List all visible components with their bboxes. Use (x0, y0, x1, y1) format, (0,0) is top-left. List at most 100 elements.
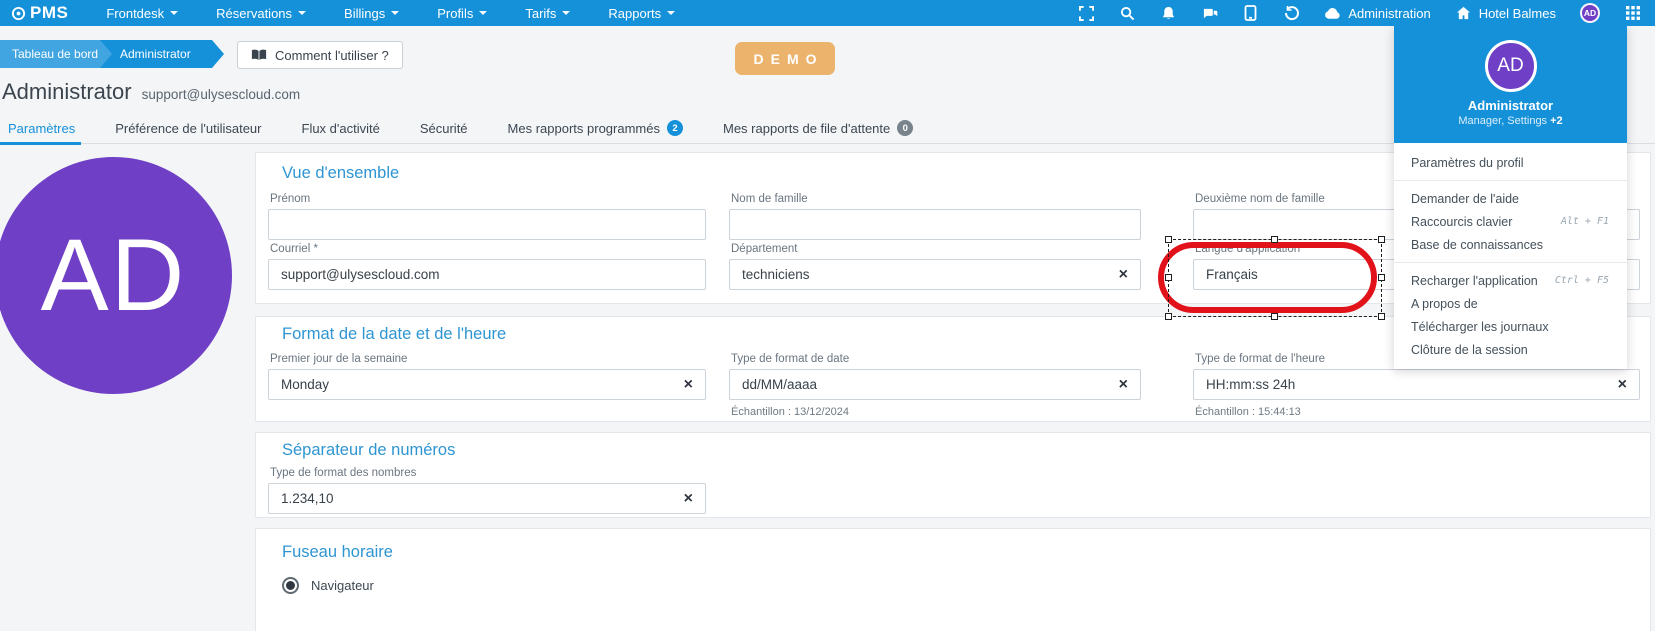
menu-item-label: Recharger l'application (1411, 274, 1538, 288)
chevron-down-icon (479, 11, 487, 19)
nav-rapports[interactable]: Rapports (608, 6, 675, 21)
history-icon[interactable] (1283, 5, 1300, 22)
nav-profils[interactable]: Profils (437, 6, 487, 21)
menu-item-label: Paramètres du profil (1411, 156, 1524, 170)
user-avatar[interactable]: AD (1580, 3, 1600, 23)
first-name-label: Prénom (270, 193, 706, 205)
tab-rapports-file-attente[interactable]: Mes rapports de file d'attente 0 (723, 113, 913, 144)
section-title: Format de la date et de l'heure (282, 325, 506, 344)
menu-item-knowledge-base[interactable]: Base de connaissances (1394, 233, 1627, 256)
menu-item-logout[interactable]: Clôture de la session (1394, 338, 1627, 361)
breadcrumb-dashboard[interactable]: Tableau de bord (0, 40, 118, 68)
menu-item-keyboard-shortcuts[interactable]: Raccourcis clavier Alt + F1 (1394, 210, 1627, 233)
menu-item-label: Base de connaissances (1411, 238, 1543, 252)
nav-reservations[interactable]: Réservations (216, 6, 306, 21)
shortcut-hint: Alt + F1 (1561, 216, 1609, 227)
clear-icon[interactable]: × (684, 491, 693, 507)
clear-icon[interactable]: × (1119, 267, 1128, 283)
how-to-use-button[interactable]: Comment l'utiliser ? (237, 41, 403, 69)
user-roles: Manager, Settings+2 (1458, 115, 1562, 127)
how-to-use-label: Comment l'utiliser ? (275, 48, 389, 63)
hotel-label: Hotel Balmes (1479, 6, 1556, 21)
tab-label: Flux d'activité (302, 121, 380, 136)
tab-label: Paramètres (8, 121, 75, 136)
breadcrumb-administrator[interactable]: Administrator (100, 40, 224, 68)
annotation-selection-box[interactable] (1168, 239, 1382, 317)
menu-item-profile-settings[interactable]: Paramètres du profil (1394, 151, 1627, 174)
clear-icon[interactable]: × (1618, 377, 1627, 393)
selection-handle[interactable] (1378, 313, 1385, 320)
topbar: PMS Frontdesk Réservations Billings Prof… (0, 0, 1655, 26)
nav-label: Billings (344, 6, 385, 21)
menu-item-reload-app[interactable]: Recharger l'application Ctrl + F5 (1394, 269, 1627, 292)
selection-handle[interactable] (1165, 236, 1172, 243)
email-input[interactable]: support@ulysescloud.com (268, 259, 706, 290)
tab-rapports-programmes[interactable]: Mes rapports programmés 2 (508, 113, 683, 144)
tab-parametres[interactable]: Paramètres (8, 113, 75, 144)
user-dropdown-menu: AD Administrator Manager, Settings+2 Par… (1394, 26, 1627, 369)
selection-handle[interactable] (1271, 313, 1278, 320)
tab-flux-activite[interactable]: Flux d'activité (302, 113, 380, 144)
apps-grid-icon[interactable] (1624, 5, 1641, 22)
field-value: techniciens (742, 267, 810, 282)
nav-tarifs[interactable]: Tarifs (525, 6, 570, 21)
section-title: Séparateur de numéros (282, 441, 455, 460)
department-input[interactable]: techniciens × (729, 259, 1141, 290)
search-icon[interactable] (1119, 5, 1136, 22)
page-subtitle-email: support@ulysescloud.com (142, 87, 301, 102)
time-format-input[interactable]: HH:mm:ss 24h × (1193, 369, 1640, 400)
selection-handle[interactable] (1165, 274, 1172, 281)
administration-menu[interactable]: Administration (1324, 5, 1430, 22)
tab-label: Sécurité (420, 121, 468, 136)
selection-handle[interactable] (1378, 274, 1385, 281)
chevron-down-icon (170, 11, 178, 19)
number-format-input[interactable]: 1.234,10 × (268, 483, 706, 514)
tab-label: Mes rapports de file d'attente (723, 121, 890, 136)
tab-label: Préférence de l'utilisateur (115, 121, 261, 136)
field-value: dd/MM/aaaa (742, 377, 817, 392)
hotel-switcher[interactable]: Hotel Balmes (1455, 5, 1556, 22)
timezone-radio-navigateur[interactable]: Navigateur (282, 577, 374, 594)
last-name-input[interactable] (729, 209, 1141, 240)
selection-handle[interactable] (1378, 236, 1385, 243)
chevron-down-icon (667, 11, 675, 19)
date-format-input[interactable]: dd/MM/aaaa × (729, 369, 1141, 400)
tab-label: Mes rapports programmés (508, 121, 660, 136)
menu-item-download-logs[interactable]: Télécharger les journaux (1394, 315, 1627, 338)
tablet-icon[interactable] (1242, 5, 1259, 22)
app-logo[interactable]: PMS (10, 3, 68, 23)
menu-item-ask-help[interactable]: Demander de l'aide (1394, 187, 1627, 210)
tab-preference-utilisateur[interactable]: Préférence de l'utilisateur (115, 113, 261, 144)
field-value: 1.234,10 (281, 491, 334, 506)
email-label: Courriel * (270, 243, 706, 255)
date-sample: Échantillon : 13/12/2024 (731, 406, 1141, 418)
user-dropdown-header: AD Administrator Manager, Settings+2 (1394, 26, 1627, 143)
tab-securite[interactable]: Sécurité (420, 113, 468, 144)
section-title: Fuseau horaire (282, 543, 393, 562)
menu-item-about[interactable]: A propos de (1394, 292, 1627, 315)
chat-icon[interactable] (1201, 5, 1218, 22)
count-badge: 2 (667, 120, 683, 136)
menu-item-label: Demander de l'aide (1411, 192, 1519, 206)
chevron-down-icon (562, 11, 570, 19)
first-day-input[interactable]: Monday × (268, 369, 706, 400)
selection-handle[interactable] (1271, 236, 1278, 243)
nav-frontdesk[interactable]: Frontdesk (106, 6, 178, 21)
user-roles-text: Manager, Settings (1458, 115, 1547, 127)
page-title: Administrator (2, 79, 132, 105)
profile-avatar[interactable]: AD (0, 157, 232, 394)
fullscreen-icon[interactable] (1078, 5, 1095, 22)
department-label: Département (731, 243, 1141, 255)
first-name-input[interactable] (268, 209, 706, 240)
clear-icon[interactable]: × (1119, 377, 1128, 393)
pms-logo-icon (10, 5, 27, 22)
nav-billings[interactable]: Billings (344, 6, 399, 21)
bell-icon[interactable] (1160, 5, 1177, 22)
section-title: Vue d'ensemble (282, 164, 399, 183)
selection-handle[interactable] (1165, 313, 1172, 320)
clear-icon[interactable]: × (684, 377, 693, 393)
nav-label: Réservations (216, 6, 292, 21)
section-number-separator: Séparateur de numéros Type de format des… (255, 432, 1651, 518)
menu-item-label: A propos de (1411, 297, 1478, 311)
menu-item-label: Clôture de la session (1411, 343, 1528, 357)
